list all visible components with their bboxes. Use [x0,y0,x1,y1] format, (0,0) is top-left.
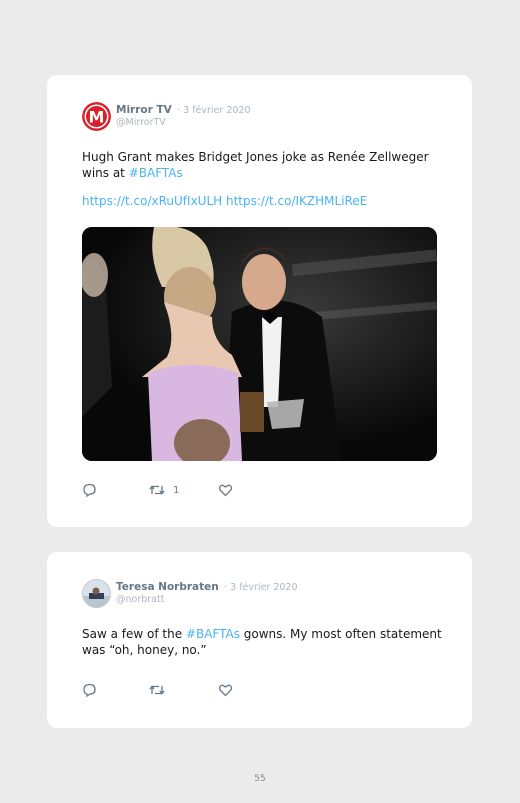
heart-icon [218,684,233,697]
reply-icon [83,683,96,697]
avatar-letter: M [89,108,105,127]
tweet-text-body: Saw a few of the [82,627,186,641]
tweet-actions: 1 [82,483,282,499]
tweet-card-mirror: M Mirror TV · 3 février 2020 @MirrorTV H… [47,75,472,527]
tweet-photo[interactable] [82,227,437,461]
reply-button[interactable] [82,683,97,697]
hashtag-link[interactable]: #BAFTAs [186,627,240,641]
author-line: Mirror TV · 3 février 2020 [116,104,251,116]
hashtag-link[interactable]: #BAFTAs [129,166,183,180]
author-handle[interactable]: @norbratt [116,594,164,605]
author-name[interactable]: Mirror TV [116,104,172,116]
like-button[interactable] [218,483,233,497]
retweet-count: 1 [173,484,180,496]
like-button[interactable] [218,683,233,697]
reply-icon [83,483,96,497]
retweet-button[interactable]: 1 [149,483,179,497]
page-number: 55 [254,774,266,784]
tweet-text: Saw a few of the #BAFTAs gowns. My most … [82,626,444,658]
avatar[interactable] [82,579,111,608]
tweet-links: https://t.co/xRuUfIxULH https://t.co/IKZ… [82,193,444,209]
url-link[interactable]: https://t.co/xRuUfIxULH [82,194,222,208]
profile-photo-icon [82,579,111,608]
retweet-icon [149,485,165,495]
page: M Mirror TV · 3 février 2020 @MirrorTV H… [0,0,520,803]
reply-button[interactable] [82,483,97,497]
author-name[interactable]: Teresa Norbraten [116,581,219,593]
author-line: Teresa Norbraten · 3 février 2020 [116,581,298,593]
heart-icon [218,484,233,497]
retweet-icon [149,685,165,695]
tweet-date[interactable]: · 3 février 2020 [224,582,297,593]
tweet-actions [82,683,282,699]
tweet-text: Hugh Grant makes Bridget Jones joke as R… [82,149,444,181]
photo-awards-ceremony [82,227,437,461]
avatar[interactable]: M [82,102,111,131]
tweet-date[interactable]: · 3 février 2020 [177,105,250,116]
author-handle[interactable]: @MirrorTV [116,117,166,128]
retweet-button[interactable] [149,683,165,697]
tweet-card-norbraten: Teresa Norbraten · 3 février 2020 @norbr… [47,552,472,728]
url-link[interactable]: https://t.co/IKZHMLiReE [226,194,367,208]
mirror-logo-icon: M [82,102,111,131]
